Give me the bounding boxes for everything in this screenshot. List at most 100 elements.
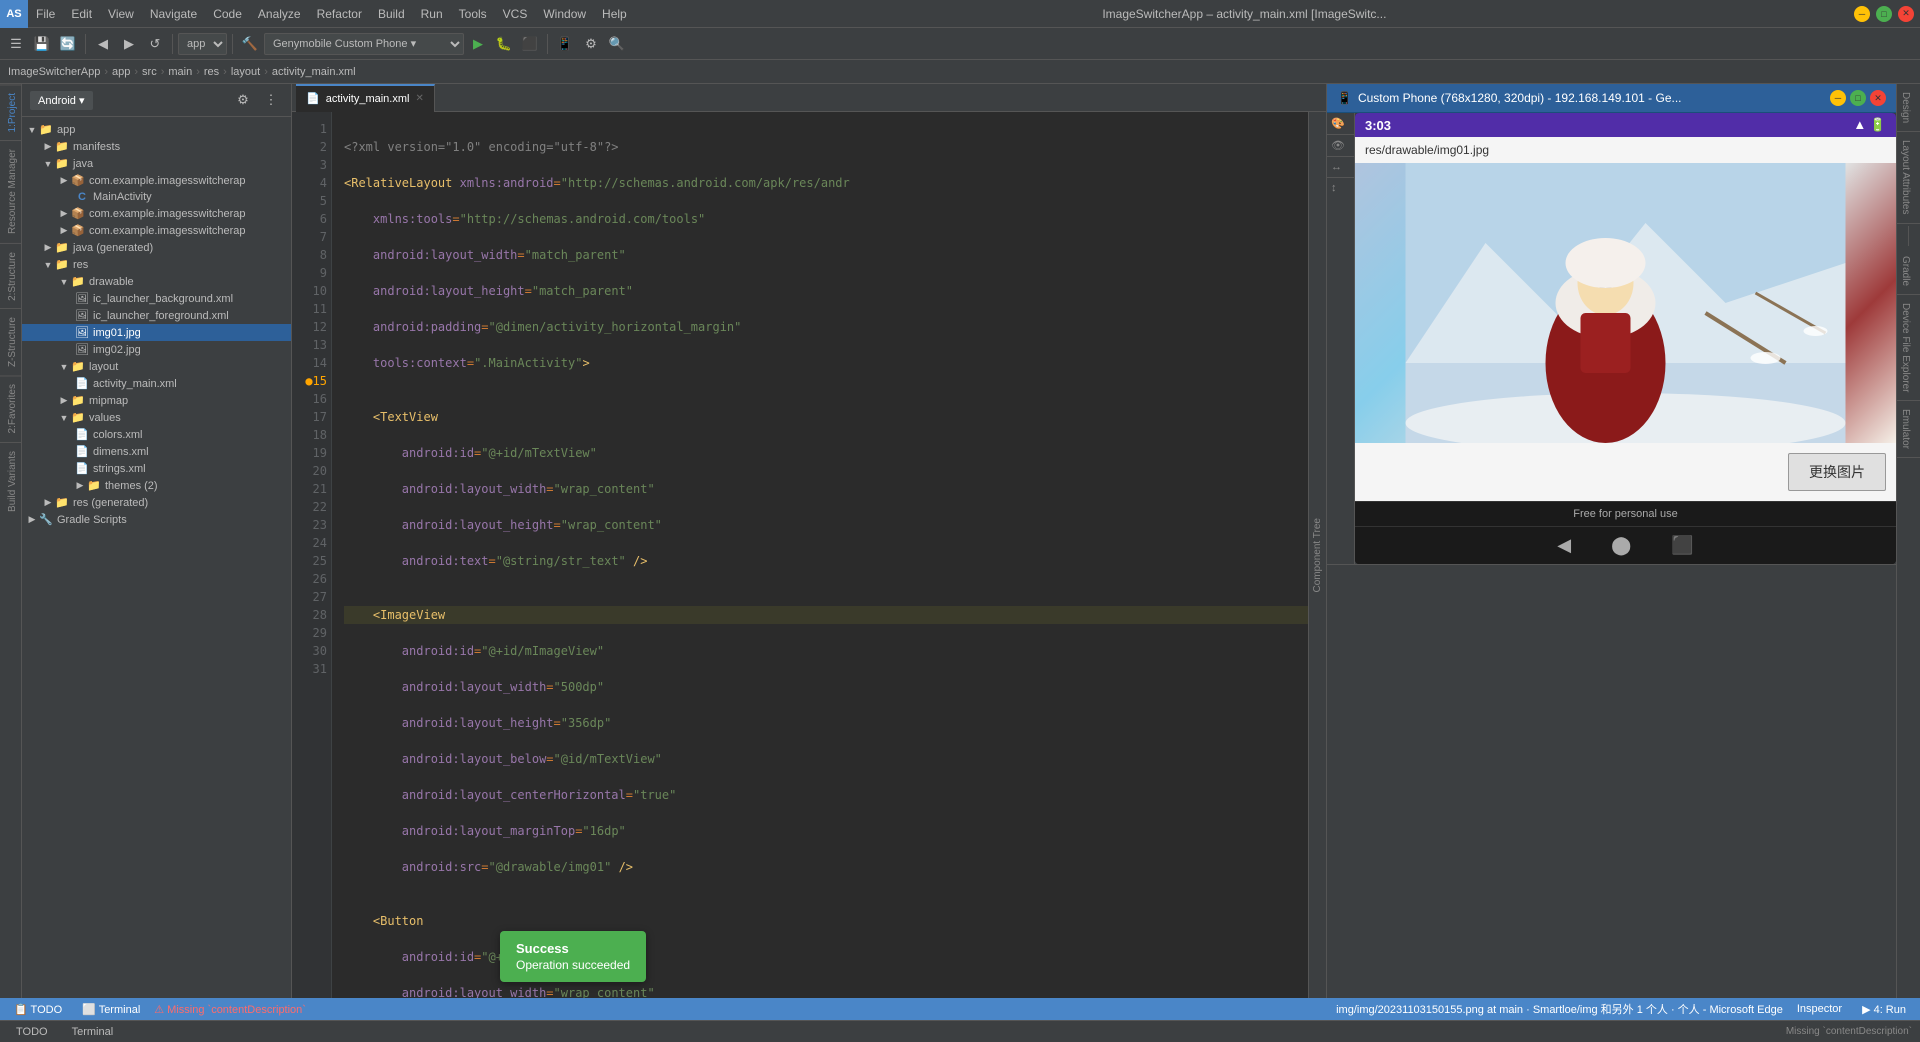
tree-app[interactable]: ▼ 📁 app (22, 121, 291, 138)
tree-arrow-com3[interactable]: ▶ (58, 225, 70, 236)
toolbar-back-btn[interactable]: ◀ (91, 32, 115, 56)
tree-arrow-java-gen[interactable]: ▶ (42, 242, 54, 253)
zoom-fit-icon[interactable]: ↔ (1327, 157, 1354, 178)
tab-activity-main[interactable]: 📄 activity_main.xml ✕ (296, 84, 435, 112)
status-inspector[interactable]: Inspector (1791, 1003, 1848, 1015)
tree-mainactivity[interactable]: C MainActivity (22, 189, 291, 205)
design-view-icon[interactable]: 👁 (1327, 135, 1354, 157)
tree-arrow-values[interactable]: ▼ (58, 413, 70, 423)
far-right-tab-emulator[interactable]: Emulator (1897, 401, 1920, 458)
toolbar-stop-btn[interactable]: ⬛ (518, 32, 542, 56)
component-tree-panel[interactable]: Component Tree (1308, 112, 1326, 998)
tree-com-example2[interactable]: ▶ 📦 com.example.imagesswitcherap (22, 205, 291, 222)
phone-win-minimize[interactable]: ─ (1830, 90, 1846, 106)
menu-navigate[interactable]: Navigate (142, 3, 205, 25)
tree-ic-bg[interactable]: 🖼 ic_launcher_background.xml (22, 290, 291, 307)
palette-panel-icon[interactable]: 🎨 (1327, 113, 1354, 135)
win-minimize[interactable]: ─ (1854, 6, 1870, 22)
toolbar-run-btn[interactable]: ▶ (466, 32, 490, 56)
tree-activity-main[interactable]: 📄 activity_main.xml (22, 375, 291, 392)
tree-values[interactable]: ▼ 📁 values (22, 409, 291, 426)
tree-arrow-manifests[interactable]: ▶ (42, 141, 54, 152)
tree-java[interactable]: ▼ 📁 java (22, 155, 291, 172)
status-terminal[interactable]: ⬜ Terminal (76, 1003, 146, 1016)
tree-arrow-drawable[interactable]: ▼ (58, 277, 70, 287)
tab-close-btn[interactable]: ✕ (415, 93, 423, 104)
toolbar-sdk-btn[interactable]: ⚙ (579, 32, 603, 56)
bc-app[interactable]: ImageSwitcherApp (8, 66, 100, 78)
phone-change-image-btn[interactable]: 更换图片 (1788, 453, 1886, 491)
tree-mipmap[interactable]: ▶ 📁 mipmap (22, 392, 291, 409)
sidebar-gear-btn[interactable]: ⋮ (259, 88, 283, 112)
bc-layout[interactable]: layout (231, 66, 260, 78)
bc-file[interactable]: activity_main.xml (272, 66, 356, 78)
far-right-tab-device-file[interactable]: Device File Explorer (1897, 295, 1920, 401)
tree-arrow-mipmap[interactable]: ▶ (58, 395, 70, 406)
menu-window[interactable]: Window (535, 3, 594, 25)
toolbar-forward-btn[interactable]: ▶ (117, 32, 141, 56)
far-left-tab-favorites[interactable]: 2:Favorites (0, 375, 21, 441)
tree-arrow-themes[interactable]: ▶ (74, 480, 86, 491)
tree-themes[interactable]: ▶ 📁 themes (2) (22, 477, 291, 494)
tree-img01[interactable]: 🖼 img01.jpg (22, 324, 291, 341)
tree-strings[interactable]: 📄 strings.xml (22, 460, 291, 477)
tree-arrow-java[interactable]: ▼ (42, 159, 54, 169)
phone-win-maximize[interactable]: □ (1850, 90, 1866, 106)
toolbar-refresh-btn[interactable]: ↺ (143, 32, 167, 56)
sidebar-android-tab[interactable]: Android ▾ (30, 91, 93, 110)
win-maximize[interactable]: □ (1876, 6, 1892, 22)
menu-code[interactable]: Code (205, 3, 250, 25)
win-close[interactable]: ✕ (1898, 6, 1914, 22)
menu-build[interactable]: Build (370, 3, 413, 25)
tree-drawable[interactable]: ▼ 📁 drawable (22, 273, 291, 290)
toolbar-device-combo[interactable]: Genymobile Custom Phone ▾ (264, 33, 464, 55)
status-todo[interactable]: 📋 TODO (8, 1003, 68, 1016)
bc-module[interactable]: app (112, 66, 130, 78)
menu-refactor[interactable]: Refactor (309, 3, 370, 25)
tree-java-gen[interactable]: ▶ 📁 java (generated) (22, 239, 291, 256)
toolbar-debug-btn[interactable]: 🐛 (492, 32, 516, 56)
tree-arrow-gradle[interactable]: ▶ (26, 514, 38, 525)
tree-com-example[interactable]: ▶ 📦 com.example.imagesswitcherap (22, 172, 291, 189)
status-run[interactable]: ▶ 4: Run (1856, 1003, 1912, 1016)
tree-arrow-app[interactable]: ▼ (26, 125, 38, 135)
tree-ic-fg[interactable]: 🖼 ic_launcher_foreground.xml (22, 307, 291, 324)
code-content[interactable]: <?xml version="1.0" encoding="utf-8"?> <… (332, 112, 1326, 998)
toolbar-project-combo[interactable]: app (178, 33, 227, 55)
tree-arrow-res[interactable]: ▼ (42, 260, 54, 270)
menu-view[interactable]: View (100, 3, 142, 25)
tree-colors[interactable]: 📄 colors.xml (22, 426, 291, 443)
bottom-tab-terminal[interactable]: Terminal (64, 1024, 122, 1040)
tree-gradle[interactable]: ▶ 🔧 Gradle Scripts (22, 511, 291, 528)
menu-vcs[interactable]: VCS (495, 3, 536, 25)
tree-arrow-com2[interactable]: ▶ (58, 208, 70, 219)
toolbar-build-btn[interactable]: 🔨 (238, 32, 262, 56)
far-left-tab-structure[interactable]: 2:Structure (0, 243, 21, 309)
menu-analyze[interactable]: Analyze (250, 3, 309, 25)
tree-arrow-layout[interactable]: ▼ (58, 362, 70, 372)
tree-img02[interactable]: 🖼 img02.jpg (22, 341, 291, 358)
far-left-tab-z-structure[interactable]: Z-Structure (0, 308, 21, 375)
toolbar-save-btn[interactable]: 💾 (30, 32, 54, 56)
tree-arrow-com[interactable]: ▶ (58, 175, 70, 186)
tree-com-example3[interactable]: ▶ 📦 com.example.imagesswitcherap (22, 222, 291, 239)
far-right-tab-design[interactable]: Design (1897, 84, 1920, 132)
menu-run[interactable]: Run (413, 3, 451, 25)
toolbar-menu-btn[interactable]: ☰ (4, 32, 28, 56)
tree-res[interactable]: ▼ 📁 res (22, 256, 291, 273)
menu-edit[interactable]: Edit (63, 3, 100, 25)
bc-res[interactable]: res (204, 66, 219, 78)
tree-dimens[interactable]: 📄 dimens.xml (22, 443, 291, 460)
far-right-tab-layout-attrs[interactable]: Layout Attributes (1897, 132, 1920, 224)
nav-back-btn[interactable]: ◀ (1557, 535, 1571, 556)
menu-tools[interactable]: Tools (451, 3, 495, 25)
toolbar-sync-btn[interactable]: 🔄 (56, 32, 80, 56)
far-right-tab-gradle[interactable]: Gradle (1897, 248, 1920, 295)
tree-manifests[interactable]: ▶ 📁 manifests (22, 138, 291, 155)
zoom-height-icon[interactable]: ↕ (1327, 178, 1354, 198)
sidebar-config-btn[interactable]: ⚙ (231, 88, 255, 112)
bc-src[interactable]: src (142, 66, 157, 78)
tree-arrow-res-gen[interactable]: ▶ (42, 497, 54, 508)
menu-help[interactable]: Help (594, 3, 635, 25)
menu-file[interactable]: File (28, 3, 63, 25)
